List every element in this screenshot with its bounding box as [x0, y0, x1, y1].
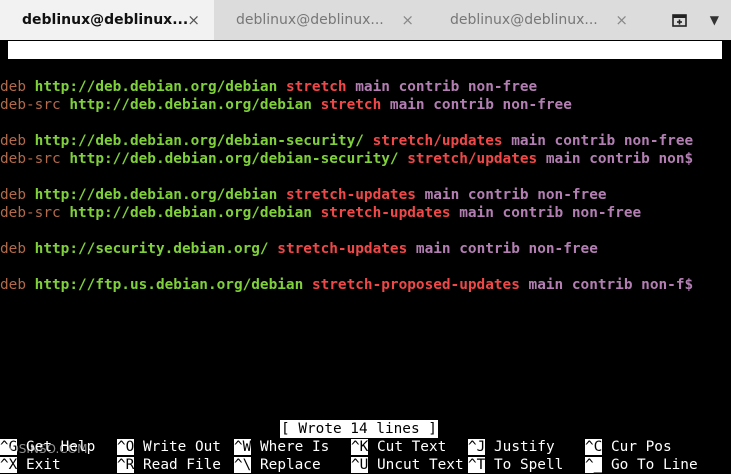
source-url: http://deb.debian.org/debian: [69, 205, 312, 221]
source-type: deb: [0, 79, 26, 95]
source-distribution: stretch: [320, 97, 382, 113]
source-url: http://deb.debian.org/debian-security/: [69, 151, 399, 167]
source-components: main contrib non-f$: [528, 277, 694, 293]
close-icon[interactable]: ×: [615, 11, 628, 29]
source-components: main contrib non-free: [389, 97, 572, 113]
source-url: http://ftp.us.debian.org/debian: [34, 277, 304, 293]
shortcut-item[interactable]: ^G Get Help: [0, 438, 95, 456]
shortcut-label: Uncut Text: [368, 457, 464, 473]
shortcut-item[interactable]: ^\ Replace: [234, 456, 321, 474]
source-line: deb-src http://deb.debian.org/debian str…: [0, 204, 641, 222]
source-url: http://deb.debian.org/debian-security/: [34, 133, 364, 149]
shortcut-key: ^_: [585, 457, 603, 473]
source-url: http://deb.debian.org/debian: [34, 187, 278, 203]
source-distribution: stretch-updates: [285, 187, 416, 203]
shortcut-key: ^X: [0, 457, 18, 473]
shortcut-label: Write Out: [134, 439, 221, 455]
shortcut-item[interactable]: ^U Uncut Text: [351, 456, 464, 474]
tab-terminal-1[interactable]: deblinux@deblinux... ×: [0, 0, 214, 40]
shortcut-label: Exit: [17, 457, 61, 473]
new-tab-icon[interactable]: [671, 12, 688, 28]
source-distribution: stretch-proposed-updates: [311, 277, 520, 293]
shortcut-label: Where Is: [251, 439, 330, 455]
shortcut-item[interactable]: ^X Exit: [0, 456, 61, 474]
shortcut-bar: ^G Get Help ^O Write Out ^W Where Is ^K Cut…: [0, 438, 731, 474]
source-type: deb: [0, 277, 26, 293]
shortcut-key: ^T: [468, 457, 486, 473]
shortcut-key: ^U: [351, 457, 369, 473]
source-url: http://deb.debian.org/debian: [69, 97, 312, 113]
shortcut-item[interactable]: ^T To Spell: [468, 456, 563, 474]
tab-actions: ▼: [642, 0, 731, 40]
source-components: main contrib non-free: [511, 133, 694, 149]
source-line: deb http://ftp.us.debian.org/debian stre…: [0, 276, 693, 294]
tab-terminal-2[interactable]: deblinux@deblinux... ×: [214, 0, 428, 40]
shortcut-key: ^\: [234, 457, 252, 473]
shortcut-label: Cut Text: [368, 439, 447, 455]
shortcut-key: ^O: [117, 439, 135, 455]
shortcut-key: ^J: [468, 439, 486, 455]
source-components: main contrib non-free: [459, 205, 642, 221]
terminal[interactable]: GNU nano 2.7.4 File: /etc/apt/sources.li…: [0, 40, 731, 474]
source-distribution: stretch-updates: [277, 241, 408, 257]
close-icon[interactable]: ×: [187, 11, 200, 29]
source-components: main contrib non-free: [355, 79, 538, 95]
source-type: deb-src: [0, 151, 61, 167]
shortcut-key: ^W: [234, 439, 252, 455]
shortcut-key: ^R: [117, 457, 135, 473]
status-message: [ Wrote 14 lines ]: [280, 420, 438, 438]
source-components: main contrib non-free: [424, 187, 607, 203]
shortcut-key: ^C: [585, 439, 603, 455]
source-line: deb-src http://deb.debian.org/debian-sec…: [0, 150, 693, 168]
source-line: deb http://deb.debian.org/debian-securit…: [0, 132, 693, 150]
source-distribution: stretch: [285, 79, 347, 95]
close-icon[interactable]: ×: [401, 11, 414, 29]
shortcut-item[interactable]: ^O Write Out: [117, 438, 221, 456]
source-components: main contrib non$: [545, 151, 694, 167]
source-distribution: stretch/updates: [407, 151, 538, 167]
nano-title-bar: GNU nano 2.7.4 File: /etc/apt/sources.li…: [8, 41, 722, 94]
source-type: deb: [0, 241, 26, 257]
tab-terminal-3[interactable]: deblinux@deblinux... ×: [428, 0, 642, 40]
tab-label: deblinux@deblinux...: [450, 12, 598, 28]
shortcut-key: ^K: [351, 439, 369, 455]
source-url: http://deb.debian.org/debian: [34, 79, 278, 95]
source-line: deb-src http://deb.debian.org/debian str…: [0, 96, 572, 114]
source-type: deb: [0, 133, 26, 149]
shortcut-item[interactable]: ^C Cur Pos: [585, 438, 672, 456]
source-line: deb http://deb.debian.org/debian stretch…: [0, 186, 607, 204]
chevron-down-icon[interactable]: ▼: [710, 13, 719, 27]
source-type: deb-src: [0, 97, 61, 113]
shortcut-item[interactable]: ^_ Go To Line: [585, 456, 698, 474]
shortcut-label: Cur Pos: [602, 439, 672, 455]
source-distribution: stretch/updates: [372, 133, 503, 149]
shortcut-label: Go To Line: [602, 457, 698, 473]
shortcut-item[interactable]: ^W Where Is: [234, 438, 329, 456]
shortcut-label: To Spell: [485, 457, 564, 473]
source-distribution: stretch-updates: [320, 205, 451, 221]
shortcut-label: Replace: [251, 457, 321, 473]
source-components: main contrib non-free: [415, 241, 598, 257]
tab-bar: deblinux@deblinux... × deblinux@deblinux…: [0, 0, 731, 40]
source-line: deb http://deb.debian.org/debian stretch…: [0, 78, 537, 96]
shortcut-label: Get Help: [17, 439, 96, 455]
shortcut-item[interactable]: ^R Read File: [117, 456, 221, 474]
source-type: deb-src: [0, 205, 61, 221]
shortcut-label: Justify: [485, 439, 555, 455]
source-type: deb: [0, 187, 26, 203]
shortcut-item[interactable]: ^J Justify: [468, 438, 555, 456]
source-url: http://security.debian.org/: [34, 241, 269, 257]
shortcut-key: ^G: [0, 439, 18, 455]
nano-version: GNU nano 2.7.4: [19, 60, 141, 76]
tab-label: deblinux@deblinux...: [236, 12, 384, 28]
shortcut-item[interactable]: ^K Cut Text: [351, 438, 446, 456]
shortcut-label: Read File: [134, 457, 221, 473]
tab-label: deblinux@deblinux...: [22, 12, 189, 28]
source-line: deb http://security.debian.org/ stretch-…: [0, 240, 598, 258]
